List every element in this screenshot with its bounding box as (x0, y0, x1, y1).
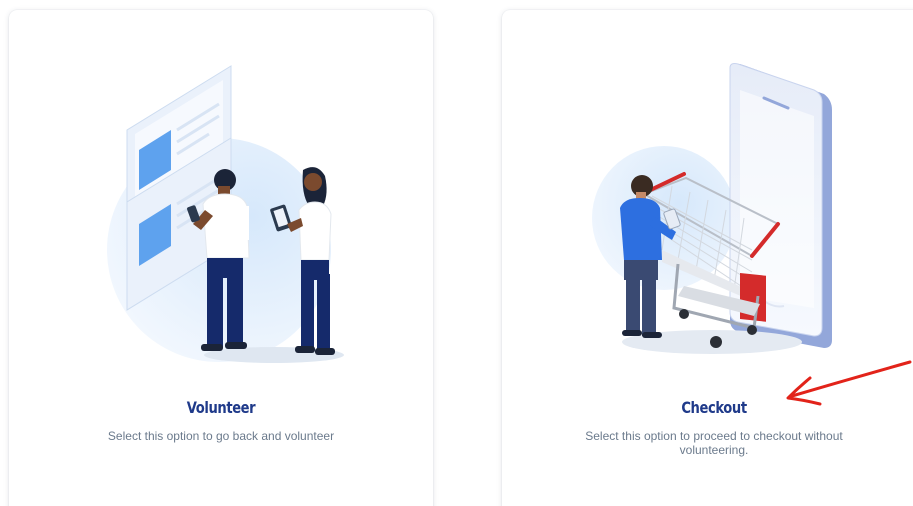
two-people-with-phones-illustration (107, 65, 344, 363)
red-arrow-annotation (786, 360, 912, 406)
shopping-cart-phone-illustration (592, 63, 832, 354)
checkout-option-card[interactable]: Checkout Select this option to proceed t… (502, 10, 913, 506)
volunteer-title: Volunteer (186, 398, 256, 417)
volunteer-option-card[interactable]: Volunteer Select this option to go back … (9, 10, 433, 506)
option-selection-page: Volunteer Select this option to go back … (0, 0, 913, 506)
volunteer-description: Select this option to go back and volunt… (107, 429, 335, 443)
checkout-description: Select this option to proceed to checkou… (585, 429, 843, 457)
